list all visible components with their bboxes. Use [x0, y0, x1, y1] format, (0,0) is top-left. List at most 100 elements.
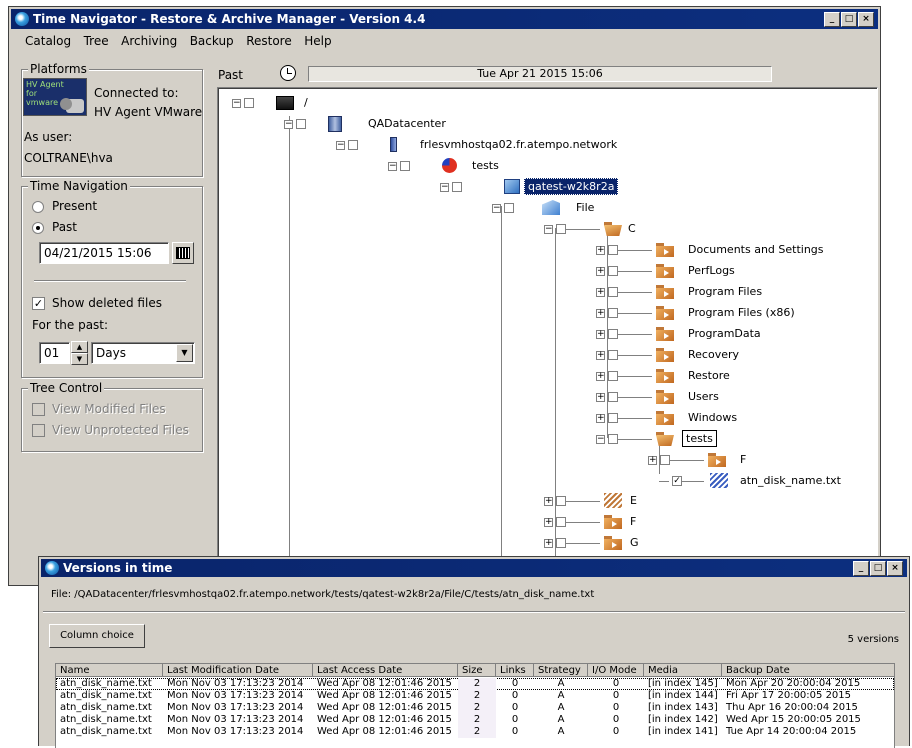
expand-icon[interactable]: +	[596, 351, 605, 360]
node-checkbox[interactable]	[556, 496, 566, 506]
node-checkbox[interactable]	[608, 371, 618, 381]
show-deleted-checkbox[interactable]: ✓	[32, 297, 45, 310]
tree-node-root[interactable]: − /	[232, 94, 352, 112]
column-header-size[interactable]: Size	[458, 664, 496, 677]
expand-icon[interactable]: +	[544, 539, 553, 548]
tree-node-datacenter[interactable]: − QADatacenter	[284, 115, 484, 133]
collapse-icon[interactable]: −	[336, 141, 345, 150]
node-checkbox[interactable]	[608, 413, 618, 423]
table-row[interactable]: atn_disk_name.txt Mon Nov 03 17:13:23 201…	[56, 726, 894, 738]
column-header-name[interactable]: Name	[56, 664, 163, 677]
table-row[interactable]: atn_disk_name.txt Mon Nov 03 17:13:23 201…	[56, 678, 894, 690]
tree-node-tests[interactable]: − tests	[596, 430, 796, 448]
expand-icon[interactable]: +	[544, 497, 553, 506]
tree-node-c-child[interactable]: + Recovery	[596, 346, 856, 364]
column-header-io-mode[interactable]: I/O Mode	[588, 664, 644, 677]
tree-node-c-child[interactable]: + ProgramData	[596, 325, 856, 343]
node-checkbox[interactable]	[400, 161, 410, 171]
node-checkbox[interactable]	[608, 329, 618, 339]
menu-catalog[interactable]: Catalog	[25, 32, 71, 50]
node-checkbox[interactable]	[452, 182, 462, 192]
tree-node-vm[interactable]: − qatest-w2k8r2a	[440, 178, 640, 196]
past-label[interactable]: Past	[52, 220, 77, 234]
node-checkbox[interactable]	[556, 224, 566, 234]
node-checkbox[interactable]	[660, 455, 670, 465]
column-header-last-access[interactable]: Last Access Date	[313, 664, 458, 677]
main-titlebar[interactable]: Time Navigator - Restore & Archive Manag…	[11, 9, 878, 29]
node-checkbox[interactable]	[556, 538, 566, 548]
node-checkbox[interactable]	[608, 392, 618, 402]
menu-tree[interactable]: Tree	[84, 32, 109, 50]
expand-icon[interactable]: +	[596, 393, 605, 402]
period-spinner[interactable]: ▲ ▼	[71, 341, 88, 365]
date-field[interactable]: 04/21/2015 15:06	[39, 242, 169, 264]
collapse-icon[interactable]: −	[388, 162, 397, 171]
present-radio[interactable]	[32, 201, 44, 213]
menu-backup[interactable]: Backup	[190, 32, 234, 50]
tree-node-atn-disk[interactable]: ✓ atn_disk_name.txt	[648, 472, 868, 490]
tree-node-pool[interactable]: − tests	[388, 157, 528, 175]
minimize-button[interactable]: _	[824, 12, 840, 27]
node-checkbox-checked[interactable]: ✓	[672, 476, 682, 486]
expand-icon[interactable]: +	[596, 309, 605, 318]
tree-node-host[interactable]: − frlesvmhostqa02.fr.atempo.network	[336, 136, 676, 154]
clock-icon[interactable]	[280, 65, 296, 81]
expand-icon[interactable]: +	[596, 288, 605, 297]
tree-node-drive-e[interactable]: + E	[544, 492, 644, 510]
expand-icon[interactable]: +	[596, 414, 605, 423]
spin-up-button[interactable]: ▲	[71, 341, 88, 353]
tree-node-c-child[interactable]: + PerfLogs	[596, 262, 856, 280]
past-radio[interactable]	[32, 222, 44, 234]
versions-titlebar[interactable]: Versions in time _ □ ×	[41, 559, 907, 577]
view-modified-checkbox[interactable]	[32, 403, 45, 416]
tree-node-c-child[interactable]: + Program Files (x86)	[596, 304, 856, 322]
menu-help[interactable]: Help	[304, 32, 331, 50]
table-row[interactable]: atn_disk_name.txt Mon Nov 03 17:13:23 201…	[56, 702, 894, 714]
expand-icon[interactable]: +	[596, 267, 605, 276]
node-checkbox[interactable]	[608, 308, 618, 318]
maximize-button[interactable]: □	[870, 561, 886, 576]
column-choice-button[interactable]: Column choice	[49, 624, 145, 648]
collapse-icon[interactable]: −	[492, 204, 501, 213]
show-deleted-label[interactable]: Show deleted files	[52, 296, 162, 310]
close-button[interactable]: ×	[858, 12, 874, 27]
tree-node-c-child[interactable]: + Documents and Settings	[596, 241, 856, 259]
view-unprotected-checkbox[interactable]	[32, 424, 45, 437]
tree-node-c-child[interactable]: + Users	[596, 388, 856, 406]
calendar-button[interactable]	[172, 242, 194, 264]
tree-node-c[interactable]: − C	[544, 220, 644, 238]
maximize-button[interactable]: □	[841, 12, 857, 27]
unit-select[interactable]: Days ▼	[91, 342, 195, 364]
column-header-backup-date[interactable]: Backup Date	[722, 664, 894, 677]
collapse-icon[interactable]: −	[284, 120, 293, 129]
spin-down-button[interactable]: ▼	[71, 353, 88, 365]
node-checkbox[interactable]	[608, 287, 618, 297]
table-row[interactable]: atn_disk_name.txt Mon Nov 03 17:13:23 201…	[56, 714, 894, 726]
collapse-icon[interactable]: −	[544, 225, 553, 234]
node-checkbox[interactable]	[608, 434, 618, 444]
expand-icon[interactable]: +	[596, 246, 605, 255]
expand-icon[interactable]: +	[596, 330, 605, 339]
expand-icon[interactable]: +	[596, 372, 605, 381]
minimize-button[interactable]: _	[853, 561, 869, 576]
node-checkbox[interactable]	[244, 98, 254, 108]
column-header-strategy[interactable]: Strategy	[534, 664, 588, 677]
period-field[interactable]: 01	[39, 342, 70, 364]
expand-icon[interactable]: +	[648, 456, 657, 465]
collapse-icon[interactable]: −	[596, 435, 605, 444]
tree-node-c-child[interactable]: + Restore	[596, 367, 856, 385]
node-checkbox[interactable]	[556, 517, 566, 527]
tree-node-drive-g[interactable]: + G	[544, 534, 644, 552]
collapse-icon[interactable]: −	[232, 99, 241, 108]
node-checkbox[interactable]	[504, 203, 514, 213]
dropdown-arrow-icon[interactable]: ▼	[176, 344, 193, 362]
expand-icon[interactable]: +	[544, 518, 553, 527]
collapse-icon[interactable]: −	[440, 183, 449, 192]
view-modified-label[interactable]: View Modified Files	[52, 402, 166, 416]
timeline-bar[interactable]: Tue Apr 21 2015 15:06	[308, 66, 772, 82]
menu-archiving[interactable]: Archiving	[121, 32, 177, 50]
tree-panel[interactable]: − / − QADatacenter − frlesvmhostqa02.fr.…	[217, 87, 878, 584]
column-header-last-modification[interactable]: Last Modification Date	[163, 664, 313, 677]
view-unprotected-label[interactable]: View Unprotected Files	[52, 423, 189, 437]
tree-node-c-child[interactable]: + Program Files	[596, 283, 856, 301]
